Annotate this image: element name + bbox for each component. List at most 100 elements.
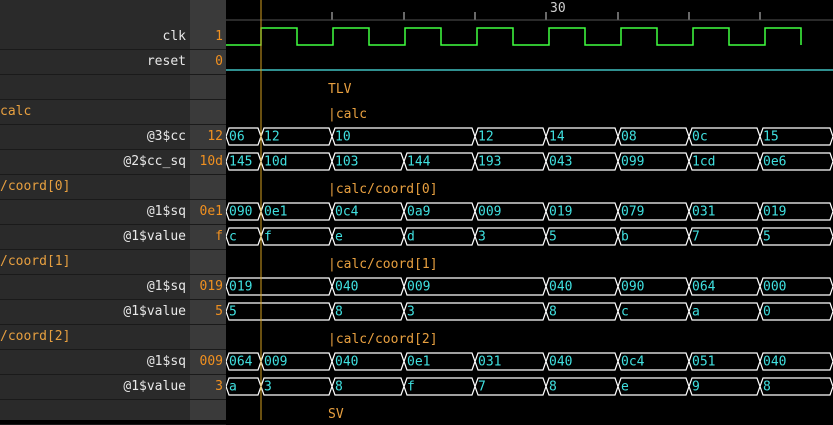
bus-segment-value: 1cd	[692, 155, 715, 170]
bus-segment	[225, 302, 333, 321]
value-row: 12	[190, 125, 226, 150]
bus-segment-value: f	[407, 380, 415, 395]
bus-segment-value: 144	[407, 155, 431, 170]
bus-segment-value: 0c4	[335, 205, 359, 220]
waveform-canvas[interactable]: 30TLV|calc06 12 10 12 14 08 0c 15145 10d 103 144 19…	[225, 0, 833, 422]
signal-name[interactable]: @1$value	[123, 379, 186, 394]
timeline-label: 30	[550, 1, 566, 16]
signal-row[interactable]: @2$cc_sq	[0, 150, 190, 175]
scope-header-label: TLV	[328, 82, 352, 97]
bus-segment-value: 031	[478, 355, 501, 370]
bus-segment-value: 0e1	[264, 205, 287, 220]
bus-segment-value: 12	[478, 130, 494, 145]
signal-row[interactable]: @3$cc	[0, 125, 190, 150]
scope-header-label: |calc	[328, 107, 367, 122]
signal-current-value: f	[215, 229, 223, 244]
bus-segment-value: 0c4	[621, 355, 645, 370]
value-row: 0	[190, 50, 226, 75]
bus-segment-value: c	[229, 230, 237, 245]
bus-segment-value: 009	[478, 205, 501, 220]
bus-segment-value: 040	[549, 355, 572, 370]
bus-segment-value: 051	[692, 355, 715, 370]
signal-name[interactable]: @1$value	[123, 229, 186, 244]
bus-segment-value: 043	[549, 155, 572, 170]
bus-segment-value: 031	[692, 205, 715, 220]
bus-segment-value: 0c	[692, 130, 708, 145]
signal-row[interactable]: @1$value	[0, 375, 190, 400]
bus-segment	[403, 302, 547, 321]
signal-current-value: 3	[215, 379, 223, 394]
scope-row[interactable]: calc	[0, 100, 190, 125]
value-row: 009	[190, 350, 226, 375]
signal-name[interactable]: @1$sq	[147, 354, 186, 369]
signal-name[interactable]: @2$cc_sq	[123, 154, 186, 169]
bus-segment-value: 14	[549, 130, 565, 145]
signal-row[interactable]: reset	[0, 50, 190, 75]
scope-name[interactable]: /coord[0]	[0, 179, 70, 194]
scope-name[interactable]: /coord[2]	[0, 329, 70, 344]
bus-segment-value: 090	[621, 280, 644, 295]
value-row	[190, 400, 226, 425]
bus-segment-value: 019	[763, 205, 786, 220]
bus-segment-value: d	[407, 230, 415, 245]
bus-segment-value: 06	[229, 130, 245, 145]
scope-row[interactable]: /coord[2]	[0, 325, 190, 350]
bus-segment	[759, 227, 833, 246]
bus-segment-value: 0e1	[407, 355, 430, 370]
bus-segment-value: 0	[763, 305, 771, 320]
waveform-panel[interactable]: 30 TLV |calc 06 12 10 12 14 08 0c 15 145 10d 103 144 19…	[225, 0, 833, 422]
signal-name[interactable]: @1$value	[123, 304, 186, 319]
bus-segment-value: 08	[621, 130, 637, 145]
bus-segment-value: 040	[763, 355, 786, 370]
signal-name[interactable]: @1$sq	[147, 204, 186, 219]
bus-segment-value: 145	[229, 155, 252, 170]
signal-row[interactable]: @1$value	[0, 300, 190, 325]
signal-name[interactable]: @3$cc	[147, 129, 186, 144]
value-row	[190, 100, 226, 125]
bus-segment-value: 10d	[264, 155, 287, 170]
value-row: 3	[190, 375, 226, 400]
signal-name[interactable]: reset	[147, 54, 186, 69]
bus-segment-value: 009	[407, 280, 430, 295]
bus-segment-value: 8	[763, 380, 771, 395]
bus-segment-value: e	[335, 230, 343, 245]
bus-segment-value: a	[229, 380, 237, 395]
signal-row[interactable]: @1$value	[0, 225, 190, 250]
bus-segment-value: 3	[407, 305, 415, 320]
bus-segment-value: f	[264, 230, 272, 245]
scope-row[interactable]: /coord[0]	[0, 175, 190, 200]
scope-row[interactable]	[0, 400, 190, 425]
bus-segment-value: 8	[335, 380, 343, 395]
signal-name[interactable]: @1$sq	[147, 279, 186, 294]
clk-waveform	[226, 27, 802, 46]
signal-current-value: 1	[215, 29, 223, 44]
bus-segment-value: 5	[763, 230, 771, 245]
bus-segment-value: 0e6	[763, 155, 786, 170]
signal-current-value: 0	[215, 54, 223, 69]
bus-segment-value: 7	[478, 380, 486, 395]
value-row: 5	[190, 300, 226, 325]
signal-current-value: 009	[199, 354, 223, 369]
signal-row[interactable]: clk	[0, 25, 190, 50]
scope-name[interactable]: calc	[0, 104, 31, 119]
signal-name[interactable]: clk	[163, 29, 186, 44]
bus-segment-value: 040	[335, 280, 358, 295]
signal-row[interactable]: @1$sq	[0, 275, 190, 300]
signal-names-panel: clk reset calc @3$cc @2$cc_sq/coord[0] @1$sq @…	[0, 0, 190, 425]
bus-segment-value: b	[621, 230, 629, 245]
scope-row[interactable]	[0, 75, 190, 100]
value-row: f	[190, 225, 226, 250]
signal-current-value: 10d	[199, 154, 223, 169]
signal-row[interactable]: @1$sq	[0, 200, 190, 225]
bus-segment-value: c	[621, 305, 629, 320]
scope-name[interactable]: /coord[1]	[0, 254, 70, 269]
scope-header-label: |calc/coord[1]	[328, 257, 438, 272]
bus-segment-value: 064	[229, 355, 253, 370]
bus-segment-value: 064	[692, 280, 716, 295]
bus-segment-value: 193	[478, 155, 501, 170]
signal-row[interactable]: @1$sq	[0, 350, 190, 375]
bus-segment-value: 8	[549, 380, 557, 395]
scope-header-label: |calc/coord[2]	[328, 332, 438, 347]
scope-row[interactable]: /coord[1]	[0, 250, 190, 275]
scope-header-label: SV	[328, 407, 344, 420]
